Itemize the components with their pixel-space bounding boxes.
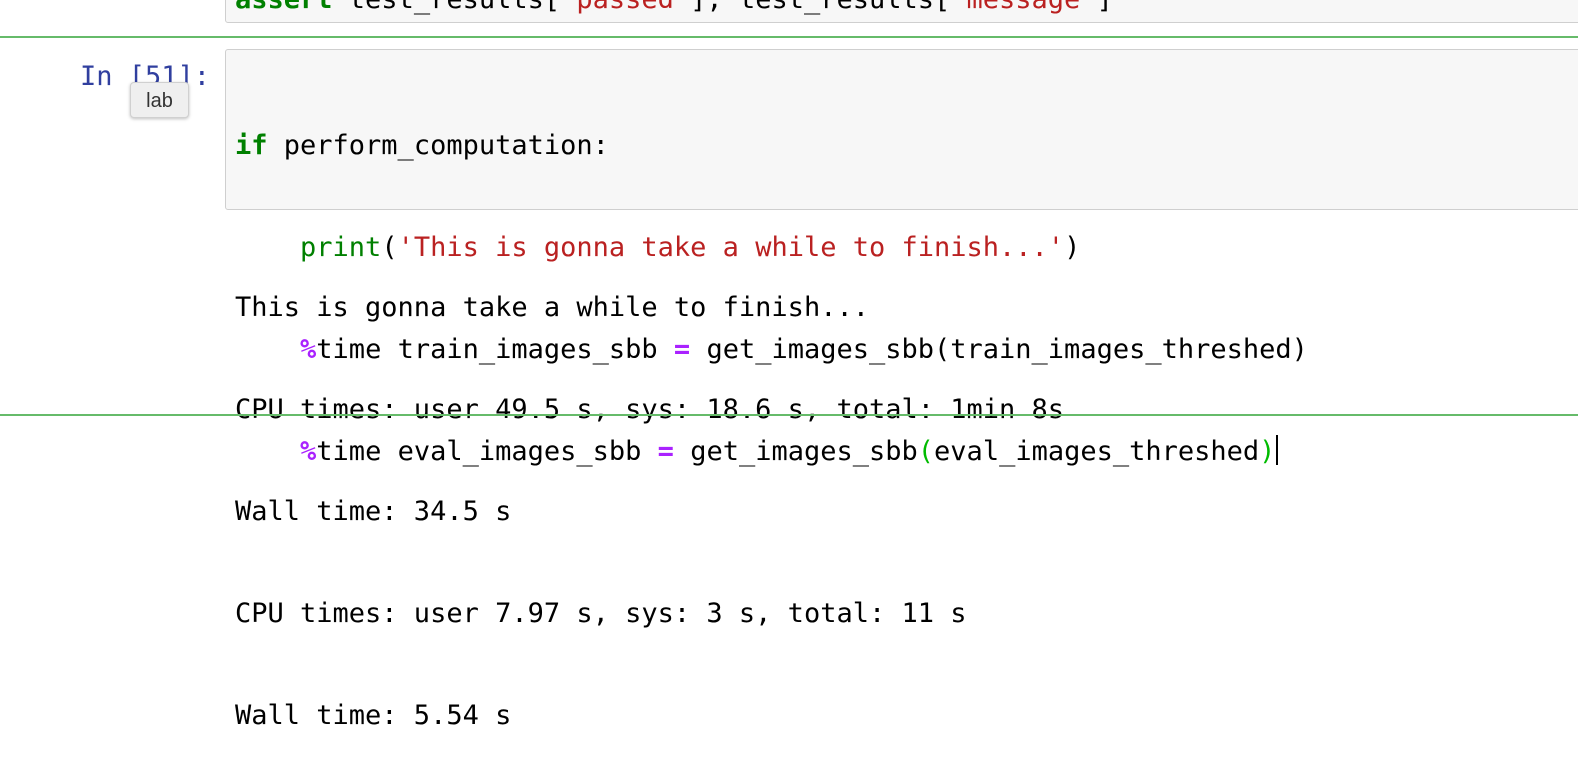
tooltip: lab — [130, 82, 189, 118]
string-literal: 'passed' — [560, 0, 690, 15]
keyword-if: if — [235, 130, 268, 161]
code-text: perform_computation: — [267, 130, 609, 161]
output-line: Wall time: 34.5 s — [235, 496, 512, 527]
output-line: CPU times: user 49.5 s, sys: 18.6 s, tot… — [235, 394, 1065, 425]
previous-cell-input[interactable]: assert test_results['passed'], test_resu… — [225, 0, 1578, 23]
code-cell-input[interactable]: if perform_computation: print('This is g… — [225, 49, 1578, 467]
keyword-assert: assert — [235, 0, 349, 15]
text-cursor — [1276, 435, 1279, 465]
output-line: Wall time: 5.54 s — [235, 700, 512, 731]
selected-cell-border-top — [0, 36, 1578, 38]
selected-cell-border-bottom — [0, 414, 1578, 416]
code-text: ], test_results[ — [690, 0, 950, 15]
code-line-1: if perform_computation: — [235, 129, 1308, 163]
code-text: ] — [1097, 0, 1113, 15]
code-text: test_results[ — [349, 0, 560, 15]
output-line: CPU times: user 7.97 s, sys: 3 s, total:… — [235, 598, 967, 629]
paren: ) — [1064, 232, 1081, 263]
output-line: This is gonna take a while to finish... — [235, 292, 869, 323]
string-literal: 'message' — [950, 0, 1096, 15]
cell-output: This is gonna take a while to finish... … — [235, 223, 1064, 767]
previous-cell-code: assert test_results['passed'], test_resu… — [235, 0, 1113, 17]
